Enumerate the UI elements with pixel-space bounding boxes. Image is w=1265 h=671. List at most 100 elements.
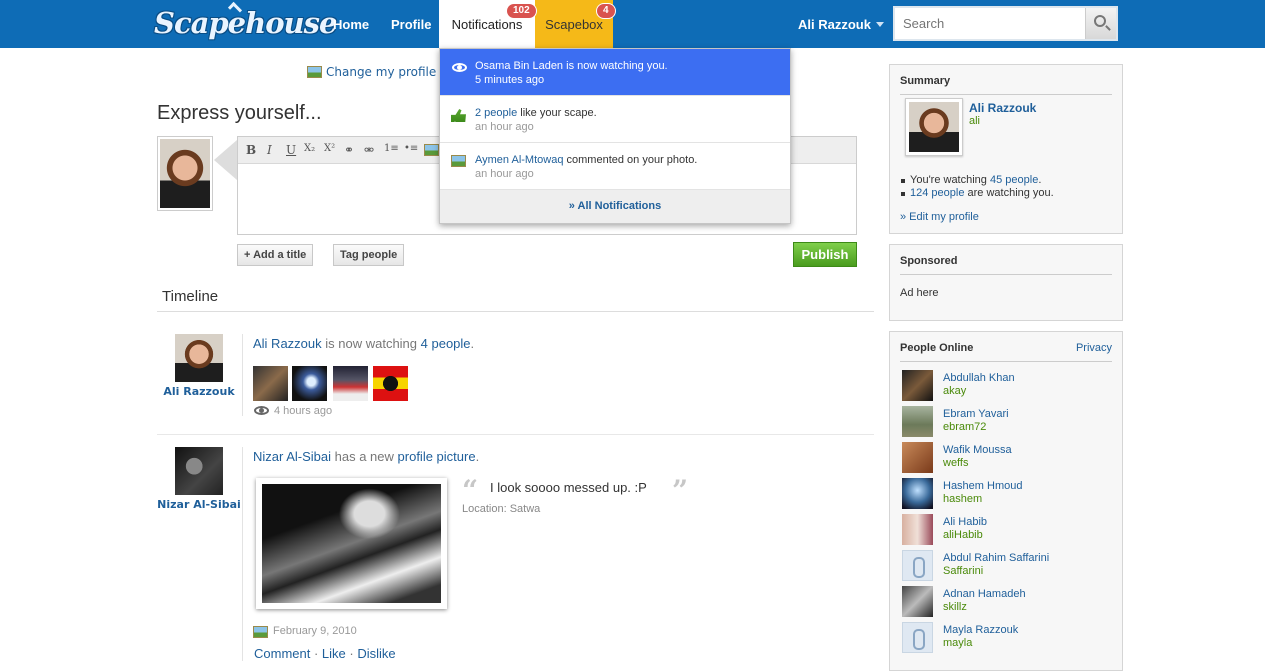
like-link[interactable]: Like <box>322 646 346 661</box>
post-author[interactable]: Ali Razzouk <box>160 385 238 398</box>
watched-person-thumbnail[interactable] <box>253 366 288 401</box>
search-button[interactable] <box>1085 8 1116 39</box>
superscript-button[interactable]: X² <box>324 143 335 154</box>
link-button[interactable]: ⚭ <box>344 143 354 157</box>
person-name[interactable]: Ebram Yavari <box>943 408 1009 420</box>
online-person[interactable]: Abdullah Khan akay <box>902 370 1112 404</box>
person-name[interactable]: Wafik Moussa <box>943 444 1012 456</box>
post-divider <box>242 334 243 416</box>
avatar[interactable] <box>902 442 933 473</box>
default-avatar-icon[interactable] <box>902 550 933 581</box>
box-divider <box>900 94 1112 95</box>
avatar[interactable] <box>157 136 213 211</box>
watched-person-thumbnail[interactable] <box>333 366 368 401</box>
post-text: Ali Razzouk is now watching 4 people. <box>253 336 474 351</box>
profile-picture-photo[interactable] <box>256 478 447 609</box>
person-name[interactable]: Mayla Razzouk <box>943 624 1018 636</box>
notification-item[interactable]: Aymen Al-Mtowaq commented on your photo.… <box>440 143 790 190</box>
bullet-list-button[interactable]: •≡ <box>404 143 418 154</box>
composer-arrow <box>214 140 237 180</box>
sponsored-box: Sponsored Ad here <box>889 244 1123 321</box>
actor-link[interactable]: Ali Razzouk <box>253 336 322 351</box>
eye-icon <box>254 406 269 415</box>
online-person[interactable]: Abdul Rahim Saffarini Saffarini <box>902 550 1112 584</box>
online-person[interactable]: Hashem Hmoud hashem <box>902 478 1112 512</box>
box-divider <box>900 361 1112 362</box>
online-person[interactable]: Wafik Moussa weffs <box>902 442 1112 476</box>
person-name[interactable]: Hashem Hmoud <box>943 480 1022 492</box>
online-person[interactable]: Ali Habib aliHabib <box>902 514 1112 548</box>
bold-button[interactable]: B <box>246 143 256 157</box>
avatar-image <box>909 102 959 152</box>
person-name[interactable]: Abdullah Khan <box>943 372 1015 384</box>
online-person[interactable]: Mayla Razzouk mayla <box>902 622 1112 656</box>
edit-profile-link[interactable]: » Edit my profile <box>900 211 979 223</box>
notifications-badge: 102 <box>506 3 537 19</box>
photo-icon <box>451 155 466 167</box>
ad-text[interactable]: Ad here <box>900 287 939 299</box>
person-name[interactable]: Abdul Rahim Saffarini <box>943 552 1049 564</box>
person-username: aliHabib <box>943 529 983 541</box>
avatar[interactable] <box>905 98 963 156</box>
chevron-down-icon[interactable] <box>876 22 884 27</box>
nav-home[interactable]: Home <box>333 0 369 48</box>
watched-person-thumbnail[interactable] <box>292 366 327 401</box>
insert-image-icon[interactable] <box>424 144 439 156</box>
watched-person-thumbnail[interactable] <box>373 366 408 401</box>
photo-image <box>262 484 441 603</box>
add-title-button[interactable]: + Add a title <box>237 244 314 266</box>
sponsored-title: Sponsored <box>900 255 958 267</box>
numbered-list-button[interactable]: 1≡ <box>384 143 399 154</box>
person-name[interactable]: Adnan Hamadeh <box>943 588 1026 600</box>
eye-icon <box>452 63 467 72</box>
default-avatar-icon[interactable] <box>902 622 933 653</box>
notification-time: 5 minutes ago <box>475 74 545 86</box>
avatar[interactable] <box>902 406 933 437</box>
avatar[interactable] <box>902 478 933 509</box>
avatar-image <box>160 139 210 208</box>
actor-link[interactable]: Nizar Al-Sibai <box>253 449 331 464</box>
watchers-link[interactable]: 124 people <box>910 187 964 199</box>
person-username: akay <box>943 385 967 397</box>
publish-button[interactable]: Publish <box>793 242 857 267</box>
post-author[interactable]: Nizar Al-Sibai <box>156 498 242 511</box>
summary-username: ali <box>969 115 981 127</box>
notification-item[interactable]: 2 people like your scape. an hour ago <box>440 96 790 143</box>
italic-button[interactable]: I <box>267 143 272 157</box>
notification-link[interactable]: Aymen Al-Mtowaq <box>475 154 563 166</box>
object-link[interactable]: 4 people <box>421 336 471 351</box>
avatar[interactable] <box>902 370 933 401</box>
summary-name[interactable]: Ali Razzouk <box>969 101 1036 115</box>
object-link[interactable]: profile picture <box>398 449 476 464</box>
underline-button[interactable]: U <box>286 143 296 157</box>
person-name[interactable]: Ali Habib <box>943 516 987 528</box>
all-notifications-link[interactable]: » All Notifications <box>440 190 790 223</box>
search-input[interactable] <box>895 8 1087 39</box>
notification-link[interactable]: 2 people <box>475 107 517 119</box>
watching-label: You're watching <box>910 174 990 186</box>
unlink-button[interactable]: ⚮ <box>364 143 374 157</box>
notification-link[interactable]: Osama Bin Laden <box>475 60 563 72</box>
action-separator: · <box>345 646 358 661</box>
photo-icon <box>253 626 268 638</box>
subscript-button[interactable]: X₂ <box>304 143 315 154</box>
nav-profile[interactable]: Profile <box>391 0 431 48</box>
avatar[interactable] <box>175 334 223 382</box>
tag-people-button[interactable]: Tag people <box>333 244 405 266</box>
avatar[interactable] <box>902 586 933 617</box>
post-tail: . <box>470 336 475 351</box>
watchers-stat: 124 people are watching you. <box>901 187 1054 199</box>
change-profile-picture-link[interactable]: Change my profile pi <box>307 65 440 79</box>
notification-item[interactable]: Osama Bin Laden is now watching you. 5 m… <box>440 49 790 96</box>
online-person[interactable]: Ebram Yavari ebram72 <box>902 406 1112 440</box>
user-menu[interactable]: Ali Razzouk <box>798 0 871 48</box>
avatar[interactable] <box>175 447 223 495</box>
dislike-link[interactable]: Dislike <box>357 646 395 661</box>
watching-link[interactable]: 45 people <box>990 174 1038 186</box>
photo-icon <box>307 66 322 78</box>
logo[interactable]: Scapehouse <box>154 6 337 40</box>
comment-link[interactable]: Comment <box>254 646 310 661</box>
avatar[interactable] <box>902 514 933 545</box>
privacy-link[interactable]: Privacy <box>1076 342 1112 354</box>
online-person[interactable]: Adnan Hamadeh skillz <box>902 586 1112 620</box>
